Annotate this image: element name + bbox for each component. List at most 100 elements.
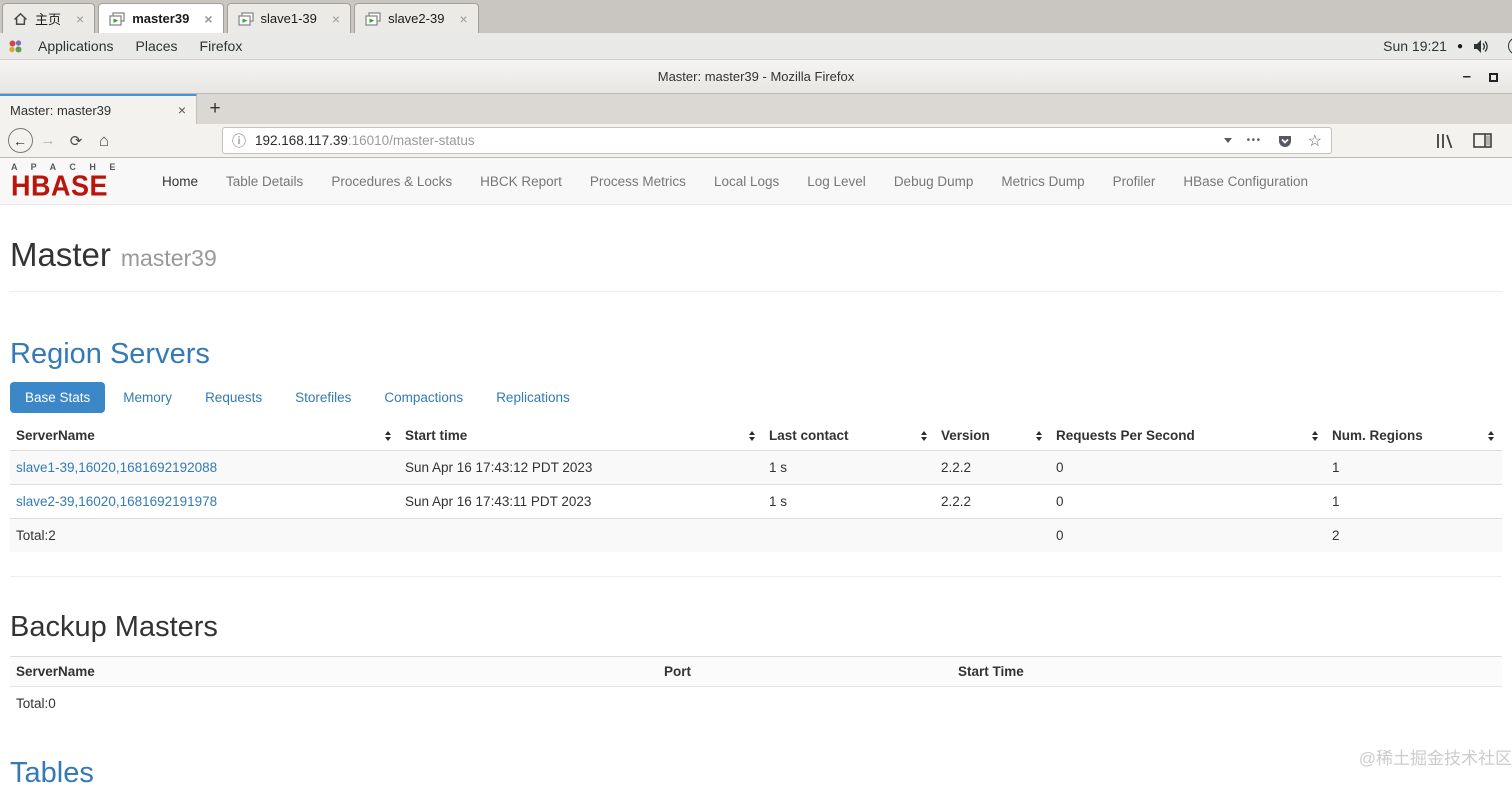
nav-log-level[interactable]: Log Level [793, 158, 880, 204]
clock[interactable]: Sun 19:21 [1383, 38, 1447, 54]
close-icon[interactable]: × [68, 11, 84, 27]
page-actions-icon[interactable]: ••• [1247, 135, 1262, 146]
nav-metrics-dump[interactable]: Metrics Dump [987, 158, 1098, 204]
col-requests-per-second[interactable]: Requests Per Second [1050, 421, 1326, 451]
cell-total-label: Total:2 [10, 518, 399, 552]
cell-num-regions: 1 [1332, 460, 1340, 475]
region-servers-table: ServerName Start time Last contact Versi… [10, 421, 1502, 552]
sort-icon[interactable] [385, 430, 391, 441]
menu-places[interactable]: Places [125, 38, 189, 54]
reload-button[interactable]: ⟳ [62, 127, 90, 155]
col-port[interactable]: Port [658, 656, 952, 687]
firefox-tab-master-status[interactable]: Master: master39 × [0, 94, 197, 124]
tab-replications[interactable]: Replications [481, 382, 585, 413]
close-icon[interactable]: × [178, 102, 186, 118]
cell-start-time: Sun Apr 16 17:43:12 PDT 2023 [405, 460, 593, 475]
vm-console-tabbar: 主页 × master39 × slave1-39 × slave2-39 × [0, 0, 1512, 33]
vm-console-icon [237, 11, 254, 26]
url-path: :16010/master-status [347, 133, 475, 148]
nav-table-details[interactable]: Table Details [212, 158, 317, 204]
sidebar-toggle-icon[interactable] [1473, 133, 1492, 148]
vm-tab-slave2-39[interactable]: slave2-39 × [354, 3, 479, 33]
nav-hbck-report[interactable]: HBCK Report [466, 158, 576, 204]
close-icon[interactable]: × [324, 11, 340, 27]
close-icon[interactable]: × [451, 11, 467, 27]
window-title: Master: master39 - Mozilla Firefox [657, 69, 855, 84]
firefox-titlebar[interactable]: Master: master39 - Mozilla Firefox – [0, 60, 1512, 94]
backup-masters-table: ServerName Port Start Time Total:0 [10, 656, 1502, 720]
table-row: slave2-39,16020,1681692191978 Sun Apr 16… [10, 484, 1502, 519]
cell-num-regions: 1 [1326, 484, 1502, 519]
tab-base-stats[interactable]: Base Stats [10, 382, 106, 413]
menu-firefox[interactable]: Firefox [189, 38, 254, 54]
nav-local-logs[interactable]: Local Logs [700, 158, 793, 204]
col-start-time[interactable]: Start Time [952, 656, 1502, 687]
vm-tab-label: slave1-39 [260, 11, 317, 26]
close-icon[interactable]: × [196, 11, 212, 27]
vm-tab-master39[interactable]: master39 × [98, 3, 224, 33]
site-info-icon[interactable]: ⓘ [232, 131, 246, 151]
cell-total-regions: 2 [1326, 518, 1502, 552]
hbase-logo[interactable]: A P A C H E HBASE [0, 162, 148, 202]
new-tab-button[interactable]: + [197, 94, 233, 124]
regionserver-link[interactable]: slave2-39,16020,1681692191978 [16, 494, 217, 509]
col-num-regions[interactable]: Num. Regions [1326, 421, 1502, 451]
col-last-contact[interactable]: Last contact [763, 421, 935, 451]
divider [10, 576, 1502, 577]
tables-heading: Tables [10, 757, 94, 786]
nav-hbase-configuration[interactable]: HBase Configuration [1169, 158, 1322, 204]
menu-applications[interactable]: Applications [27, 38, 125, 54]
applications-menu-icon [8, 39, 23, 54]
library-icon[interactable] [1435, 133, 1453, 149]
sort-icon[interactable] [921, 430, 927, 441]
url-bar[interactable]: ⓘ 192.168.117.39 :16010/master-status ••… [222, 127, 1332, 154]
region-servers-tabs: Base Stats Memory Requests Storefiles Co… [10, 382, 1502, 413]
url-host: 192.168.117.39 [255, 133, 348, 148]
nav-procedures-locks[interactable]: Procedures & Locks [317, 158, 466, 204]
col-start-time[interactable]: Start time [399, 421, 763, 451]
hbase-nav: Home Table Details Procedures & Locks HB… [148, 158, 1322, 204]
status-menu-icon[interactable] [1508, 37, 1512, 55]
regionserver-link[interactable]: slave1-39,16020,1681692192088 [16, 460, 217, 475]
bookmark-star-icon[interactable]: ☆ [1308, 131, 1322, 151]
watermark: @稀土掘金技术社区 [1358, 749, 1512, 768]
maximize-button[interactable] [1489, 72, 1498, 82]
tab-memory[interactable]: Memory [108, 382, 187, 413]
col-servername[interactable]: ServerName [10, 421, 399, 451]
vm-tab-home[interactable]: 主页 × [2, 3, 96, 33]
firefox-toolbar: ← → ⟳ ⌂ ⓘ 192.168.117.39 :16010/master-s… [0, 124, 1512, 158]
nav-debug-dump[interactable]: Debug Dump [880, 158, 988, 204]
vm-tab-slave1-39[interactable]: slave1-39 × [226, 3, 352, 33]
volume-icon[interactable] [1473, 39, 1490, 54]
vm-console-icon [365, 11, 381, 26]
logo-hbase-text: HBASE [11, 169, 109, 202]
col-servername[interactable]: ServerName [10, 656, 658, 687]
col-version[interactable]: Version [935, 421, 1050, 451]
vm-tab-label: master39 [132, 11, 190, 26]
nav-home[interactable]: Home [148, 158, 212, 204]
firefox-tabstrip: Master: master39 × + [0, 94, 1512, 124]
table-row: slave1-39,16020,1681692192088 Sun Apr 16… [10, 450, 1502, 485]
home-button[interactable]: ⌂ [90, 127, 118, 155]
vm-tab-label: slave2-39 [388, 11, 445, 26]
firefox-tab-title: Master: master39 [10, 102, 112, 118]
hbase-navbar: A P A C H E HBASE Home Table Details Pro… [0, 158, 1512, 205]
nav-process-metrics[interactable]: Process Metrics [576, 158, 700, 204]
sort-icon[interactable] [1312, 430, 1318, 441]
page-subtitle: master39 [120, 245, 217, 271]
cell-rps: 0 [1056, 460, 1064, 475]
forward-button[interactable]: → [34, 127, 62, 155]
tab-compactions[interactable]: Compactions [369, 382, 478, 413]
sort-icon[interactable] [749, 430, 755, 441]
pocket-icon[interactable] [1277, 133, 1293, 149]
home-icon [13, 12, 28, 26]
nav-profiler[interactable]: Profiler [1099, 158, 1170, 204]
back-button[interactable]: ← [7, 128, 33, 153]
tab-requests[interactable]: Requests [190, 382, 277, 413]
chevron-down-icon[interactable] [1223, 138, 1232, 143]
tab-storefiles[interactable]: Storefiles [280, 382, 366, 413]
sort-icon[interactable] [1488, 430, 1494, 441]
cell-rps: 0 [1050, 484, 1326, 519]
sort-icon[interactable] [1036, 430, 1042, 441]
minimize-button[interactable]: – [1463, 69, 1471, 84]
